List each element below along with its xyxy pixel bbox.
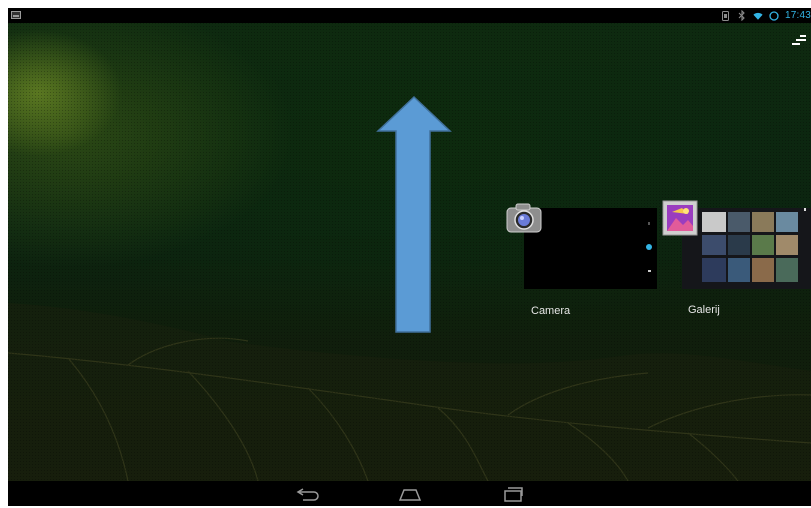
gallery-icon[interactable] [662, 200, 698, 236]
back-icon[interactable] [294, 485, 320, 503]
status-bar: 17:43 [8, 8, 811, 23]
wallpaper: Camera Galerij [8, 23, 811, 481]
home-icon[interactable] [397, 485, 423, 503]
tablet-screen: 17:43 Camera Galerij [8, 8, 811, 506]
wifi-icon [753, 10, 763, 21]
screenshot-icon [11, 11, 21, 19]
gallery-thumbnail[interactable] [682, 208, 811, 289]
bluetooth-icon [737, 10, 747, 21]
menu-icon[interactable] [791, 34, 807, 48]
recent-app-label: Camera [531, 305, 571, 317]
clock: 17:43 [784, 10, 811, 21]
camera-icon[interactable] [504, 201, 544, 235]
navigation-bar [8, 481, 811, 506]
recent-apps-icon[interactable] [500, 485, 526, 503]
sim-icon [721, 10, 731, 21]
recent-app-label: Galerij [688, 304, 720, 316]
recent-app-gallery[interactable]: Galerij [662, 200, 811, 320]
recent-app-camera[interactable]: Camera [502, 201, 662, 321]
sync-icon [769, 10, 779, 21]
